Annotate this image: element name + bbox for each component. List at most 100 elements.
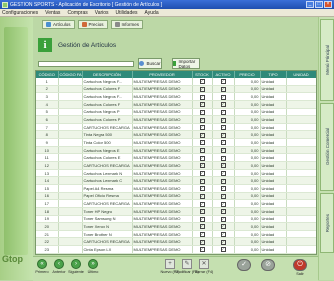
- checkbox[interactable]: ✓: [199, 117, 205, 123]
- last-record-button[interactable]: » Último: [86, 259, 100, 278]
- column-header[interactable]: PRECIO: [234, 71, 261, 78]
- menu-varios[interactable]: Varios: [95, 10, 109, 16]
- modify-button[interactable]: ✎ Modificar (F3): [175, 259, 199, 278]
- checkbox[interactable]: ✓: [220, 178, 226, 184]
- table-row[interactable]: 19 Toner Samsung N MULTIEMPRESAS DEMO ✓ ✓ 0,0…: [36, 215, 316, 224]
- checkbox[interactable]: ✓: [220, 94, 226, 100]
- table-row[interactable]: 13 Cartuchos Lexmark N MULTIEMPRESAS DEMO ✓…: [36, 169, 316, 178]
- checkbox[interactable]: ✓: [199, 86, 205, 92]
- checkbox[interactable]: ✓: [199, 79, 205, 85]
- checkbox[interactable]: ✓: [220, 171, 226, 176]
- first-record-button[interactable]: « Primero: [35, 259, 49, 278]
- new-button[interactable]: + Nuevo (F2): [161, 259, 180, 278]
- checkbox[interactable]: ✓: [199, 232, 205, 237]
- table-row[interactable]: 3 Cartuchos Negros F... MULTIEMPRESAS DEMO…: [36, 92, 316, 101]
- checkbox[interactable]: ✓: [220, 224, 226, 230]
- checkbox[interactable]: ✓: [220, 186, 226, 192]
- table-row[interactable]: 18 Toner HP Negro MULTIEMPRESAS DEMO ✓ ✓ 0,00…: [36, 207, 316, 216]
- tab-precios[interactable]: Precios: [77, 19, 108, 29]
- checkbox[interactable]: ✓: [199, 132, 205, 138]
- search-input[interactable]: [38, 61, 134, 67]
- next-record-button[interactable]: › Siguiente: [68, 259, 84, 278]
- close-button[interactable]: ×: [324, 1, 332, 8]
- search-button[interactable]: Buscar: [138, 58, 162, 69]
- checkbox[interactable]: ✓: [199, 201, 205, 207]
- checkbox[interactable]: ✓: [199, 140, 205, 146]
- table-row[interactable]: 9 Tinta Color 500 MULTIEMPRESAS DEMO ✓ ✓ 0,00…: [36, 138, 316, 147]
- tab-menu-principal[interactable]: Menú Principal: [320, 19, 334, 101]
- table-row[interactable]: 7 CARTUCHOS RECARGA MULTIEMPRESAS DEMO ✓ ✓ 0,…: [36, 123, 316, 132]
- table-row[interactable]: 23 Cinta Epson LX MULTIEMPRESAS DEMO ✓ ✓ 0,00…: [36, 245, 316, 254]
- checkbox[interactable]: ✓: [199, 109, 205, 115]
- tab-informes[interactable]: Informes: [110, 19, 144, 29]
- menu-configuraciones[interactable]: Configuraciones: [2, 10, 38, 16]
- table-row[interactable]: 8 Tinta Negra 500 MULTIEMPRESAS DEMO ✓ ✓ 0,00…: [36, 130, 316, 140]
- checkbox[interactable]: ✓: [220, 125, 226, 131]
- minimize-button[interactable]: _: [306, 1, 314, 8]
- checkbox[interactable]: ✓: [220, 247, 226, 253]
- checkbox[interactable]: ✓: [220, 232, 226, 237]
- checkbox[interactable]: ✓: [220, 155, 226, 161]
- table-row[interactable]: 20 Toner Xerox N MULTIEMPRESAS DEMO ✓ ✓ 0,00 U…: [36, 222, 316, 231]
- checkbox[interactable]: ✓: [220, 102, 226, 108]
- menu-ventas[interactable]: Ventas: [45, 10, 60, 16]
- checkbox[interactable]: ✓: [199, 224, 205, 230]
- checkbox[interactable]: ✓: [220, 117, 226, 123]
- tab-reportes[interactable]: Reportes: [320, 193, 334, 253]
- column-header[interactable]: CÓDIGO: [36, 71, 59, 78]
- checkbox[interactable]: ✓: [220, 132, 226, 138]
- checkbox[interactable]: ✓: [220, 201, 226, 207]
- table-row[interactable]: 15 Papel A4 Resma MULTIEMPRESAS DEMO ✓ ✓ 0,00…: [36, 184, 316, 193]
- checkbox[interactable]: ✓: [199, 171, 205, 176]
- checkbox[interactable]: ✓: [220, 216, 226, 222]
- column-header[interactable]: ACTIVO: [212, 71, 235, 78]
- table-row[interactable]: 12 CARTUCHOS RECARGA MULTIEMPRESAS DEMO ✓ ✓ 0…: [36, 161, 316, 170]
- table-row[interactable]: 11 Cartuchos Colores E MULTIEMPRESAS DEMO ✓…: [36, 153, 316, 163]
- articles-table[interactable]: CÓDIGO CÓDIGO FAB DESCRIPCIÓN PROVEEDOR STOC…: [35, 70, 317, 255]
- checkbox[interactable]: ✓: [220, 163, 226, 169]
- tab-articulos[interactable]: Artículos: [42, 19, 75, 29]
- table-row[interactable]: 10 Cartuchos Negros E MULTIEMPRESAS DEMO ✓ ✓…: [36, 146, 316, 155]
- column-header[interactable]: UNIDAD: [286, 71, 316, 78]
- column-header[interactable]: PROVEEDOR: [132, 71, 193, 78]
- column-header[interactable]: TIPO: [260, 71, 287, 78]
- accept-button[interactable]: ✓: [235, 259, 253, 278]
- checkbox[interactable]: ✓: [199, 193, 205, 199]
- checkbox[interactable]: ✓: [199, 163, 205, 169]
- menu-compras[interactable]: Compras: [67, 10, 87, 16]
- checkbox[interactable]: ✓: [220, 239, 226, 245]
- exit-button[interactable]: ⏻ Salir: [291, 259, 309, 278]
- checkbox[interactable]: ✓: [199, 94, 205, 100]
- table-row[interactable]: 24Cinta Epson FXMULTIEMPRESAS DEMO✓✓0,00…: [36, 253, 316, 254]
- column-header[interactable]: STOCK: [192, 71, 213, 78]
- checkbox[interactable]: ✓: [220, 148, 226, 153]
- menu-ayuda[interactable]: Ayuda: [145, 10, 159, 16]
- checkbox[interactable]: ✓: [199, 155, 205, 161]
- checkbox[interactable]: ✓: [199, 239, 205, 245]
- checkbox[interactable]: ✓: [199, 247, 205, 253]
- table-row[interactable]: 14 Cartuchos Lexmark C MULTIEMPRESAS DEMO ✓…: [36, 176, 316, 185]
- checkbox[interactable]: ✓: [199, 209, 205, 215]
- tab-gestion-comercial[interactable]: Gestión Comercial: [320, 103, 334, 191]
- import-button[interactable]: Importar Datos: [172, 58, 200, 69]
- checkbox[interactable]: ✓: [220, 193, 226, 199]
- table-row[interactable]: 1 Cartuchos Negros F... MULTIEMPRESAS DEMO…: [36, 78, 316, 86]
- checkbox[interactable]: ✓: [220, 140, 226, 146]
- cancel-button[interactable]: ⊘: [259, 259, 277, 278]
- table-row[interactable]: 2 Cartuchos Colores F MULTIEMPRESAS DEMO ✓ ✓…: [36, 85, 316, 94]
- checkbox[interactable]: ✓: [199, 125, 205, 131]
- checkbox[interactable]: ✓: [199, 178, 205, 184]
- table-row[interactable]: 21 Toner Brother N MULTIEMPRESAS DEMO ✓ ✓ 0,0…: [36, 230, 316, 239]
- column-header[interactable]: DESCRIPCIÓN: [82, 71, 133, 78]
- checkbox[interactable]: ✓: [220, 86, 226, 92]
- table-row[interactable]: 17 CARTUCHOS RECARGA MULTIEMPRESAS DEMO ✓ ✓ 0…: [36, 199, 316, 208]
- table-row[interactable]: 22 CARTUCHOS RECARGA MULTIEMPRESAS DEMO ✓ ✓ 0…: [36, 237, 316, 247]
- maximize-button[interactable]: □: [315, 1, 323, 8]
- checkbox[interactable]: ✓: [220, 79, 226, 85]
- delete-button[interactable]: ✕ Borrar (F4): [195, 259, 213, 278]
- prev-record-button[interactable]: ‹ Anterior: [52, 259, 66, 278]
- table-row[interactable]: 6 Cartuchos Colores P MULTIEMPRESAS DEMO ✓ ✓…: [36, 115, 316, 124]
- checkbox[interactable]: ✓: [199, 102, 205, 108]
- table-row[interactable]: 5 Cartuchos Negros P MULTIEMPRESAS DEMO ✓ ✓ 0…: [36, 108, 316, 117]
- column-header[interactable]: CÓDIGO FAB: [58, 71, 83, 78]
